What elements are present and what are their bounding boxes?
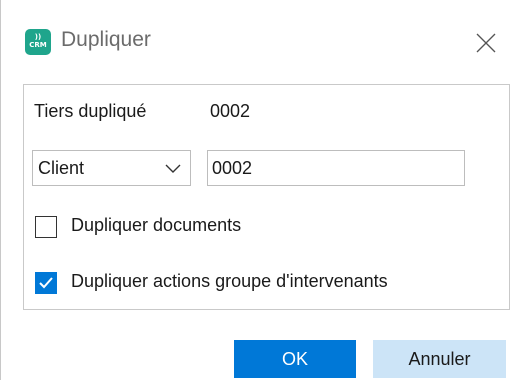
dup-documents-checkbox[interactable] [35, 216, 57, 238]
title-bar: )) CRM Dupliquer [1, 0, 526, 84]
cancel-button[interactable]: Annuler [373, 340, 506, 378]
window-title: Dupliquer [61, 28, 151, 51]
dup-actions-label: Dupliquer actions groupe d'intervenants [71, 271, 388, 291]
dup-documents-label: Dupliquer documents [71, 215, 242, 235]
duplicate-dialog: )) CRM Dupliquer Tiers dupliqué 0002 Cli… [0, 0, 526, 380]
type-select-value: Client [38, 158, 85, 178]
type-select[interactable]: Client [32, 150, 191, 186]
ok-button[interactable]: OK [234, 340, 356, 378]
code-input[interactable] [207, 150, 465, 186]
checkmark-icon [39, 277, 53, 289]
crm-app-icon: )) CRM [25, 29, 51, 55]
dup-actions-checkbox[interactable] [35, 272, 57, 294]
chevron-down-icon [165, 164, 181, 173]
close-icon [476, 33, 496, 53]
close-button[interactable] [469, 26, 503, 60]
tiers-label: Tiers dupliqué [34, 101, 147, 121]
tiers-value: 0002 [210, 101, 251, 121]
app-icon-text: CRM [29, 41, 47, 49]
